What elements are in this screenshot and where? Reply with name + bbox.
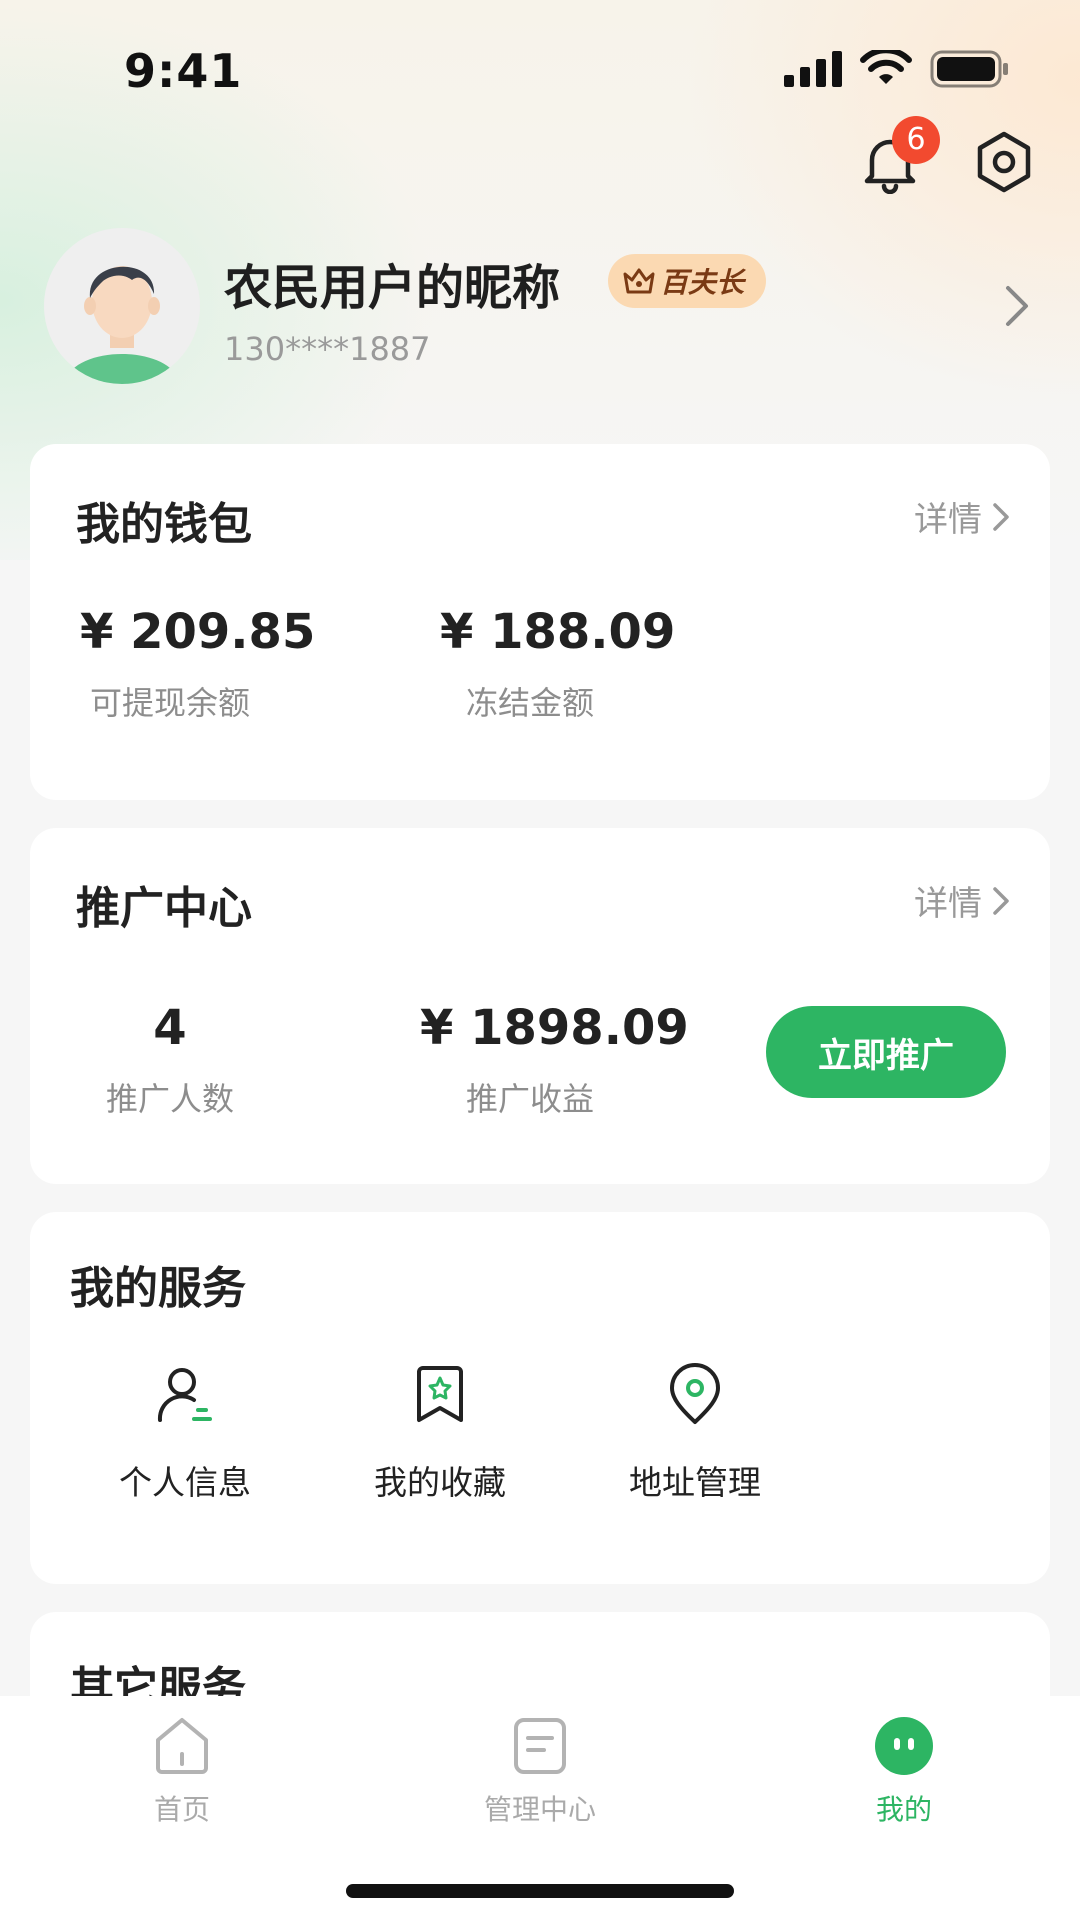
home-indicator <box>346 1884 734 1898</box>
chevron-right-icon <box>1006 286 1028 326</box>
location-icon <box>670 1363 720 1424</box>
service-label: 我的收藏 <box>374 1463 506 1502</box>
promotion-detail-link[interactable]: 详情 <box>914 876 1010 925</box>
promotion-card: 推广中心 详情 4 推广人数 ¥ 1898.09 推广收益 立即推广 <box>30 828 1050 1184</box>
profile-face-icon <box>875 1717 933 1775</box>
service-address[interactable]: 地址管理 <box>585 1362 805 1504</box>
withdrawable-value: ¥ 209.85 <box>80 604 316 660</box>
nickname: 农民用户的昵称 <box>224 260 561 316</box>
avatar[interactable] <box>44 228 200 384</box>
notification-button[interactable]: 6 <box>858 116 940 195</box>
service-personal-info[interactable]: 个人信息 <box>75 1362 295 1504</box>
phone-number: 130****1887 <box>224 330 431 368</box>
withdrawable-balance[interactable]: ¥ 209.85 可提现余额 <box>80 604 316 724</box>
frozen-label: 冻结金额 <box>465 684 594 722</box>
chevron-right-icon <box>993 502 1009 531</box>
tab-label: 首页 <box>153 1793 210 1826</box>
top-actions: 6 <box>858 116 1036 195</box>
promotion-earnings[interactable]: ¥ 1898.09 推广收益 <box>420 1000 689 1120</box>
avatar-illustration-icon <box>44 228 200 384</box>
level-label: 百夫长 <box>660 266 745 299</box>
status-time: 9:41 <box>124 44 243 98</box>
crown-icon <box>623 268 655 294</box>
settings-hexagon-icon <box>977 131 1031 193</box>
profile-page: 9:41 6 农民用户的昵称 百夫长 130****1887 我的钱包 详情 ¥… <box>0 0 1080 1920</box>
wallet-detail-label: 详情 <box>914 500 982 540</box>
promotion-count-value: 4 <box>153 1000 187 1056</box>
promotion-title: 推广中心 <box>76 883 252 934</box>
frozen-balance[interactable]: ¥ 188.09 冻结金额 <box>440 604 676 724</box>
promotion-earnings-value: ¥ 1898.09 <box>420 1000 689 1056</box>
tab-label: 我的 <box>875 1793 932 1826</box>
tab-home[interactable]: 首页 <box>82 1714 282 1828</box>
withdrawable-label: 可提现余额 <box>89 684 250 722</box>
frozen-value: ¥ 188.09 <box>440 604 676 660</box>
notification-badge: 6 <box>892 116 940 164</box>
user-info-icon <box>157 1368 212 1422</box>
tab-management-center[interactable]: 管理中心 <box>440 1714 640 1828</box>
service-label: 地址管理 <box>629 1463 761 1502</box>
battery-icon <box>930 50 1008 88</box>
tab-mine[interactable]: 我的 <box>804 1714 1004 1828</box>
promotion-count-label: 推广人数 <box>105 1080 234 1118</box>
wifi-icon <box>860 50 912 84</box>
home-icon <box>156 1718 208 1774</box>
chevron-right-icon <box>993 886 1009 915</box>
favorites-icon <box>417 1366 463 1422</box>
my-services-title: 我的服务 <box>70 1263 246 1314</box>
promotion-count[interactable]: 4 推广人数 <box>80 1000 260 1120</box>
level-badge: 百夫长 <box>608 254 767 308</box>
document-icon <box>514 1718 566 1774</box>
wallet-detail-link[interactable]: 详情 <box>914 492 1010 541</box>
signal-icon <box>784 51 842 87</box>
service-label: 个人信息 <box>119 1463 251 1502</box>
wallet-card: 我的钱包 详情 ¥ 209.85 可提现余额 ¥ 188.09 冻结金额 <box>30 444 1050 800</box>
wallet-title: 我的钱包 <box>76 499 252 550</box>
settings-button[interactable] <box>972 130 1036 194</box>
promotion-earnings-label: 推广收益 <box>465 1080 594 1118</box>
service-favorites[interactable]: 我的收藏 <box>330 1362 550 1504</box>
profile-header[interactable]: 农民用户的昵称 百夫长 130****1887 <box>44 228 1040 388</box>
tab-label: 管理中心 <box>483 1793 596 1826</box>
status-icons <box>784 50 1010 88</box>
my-services-card: 我的服务 个人信息 我的收藏 地址管理 <box>30 1212 1050 1584</box>
promotion-detail-label: 详情 <box>914 884 982 924</box>
promote-now-button[interactable]: 立即推广 <box>766 1006 1006 1098</box>
